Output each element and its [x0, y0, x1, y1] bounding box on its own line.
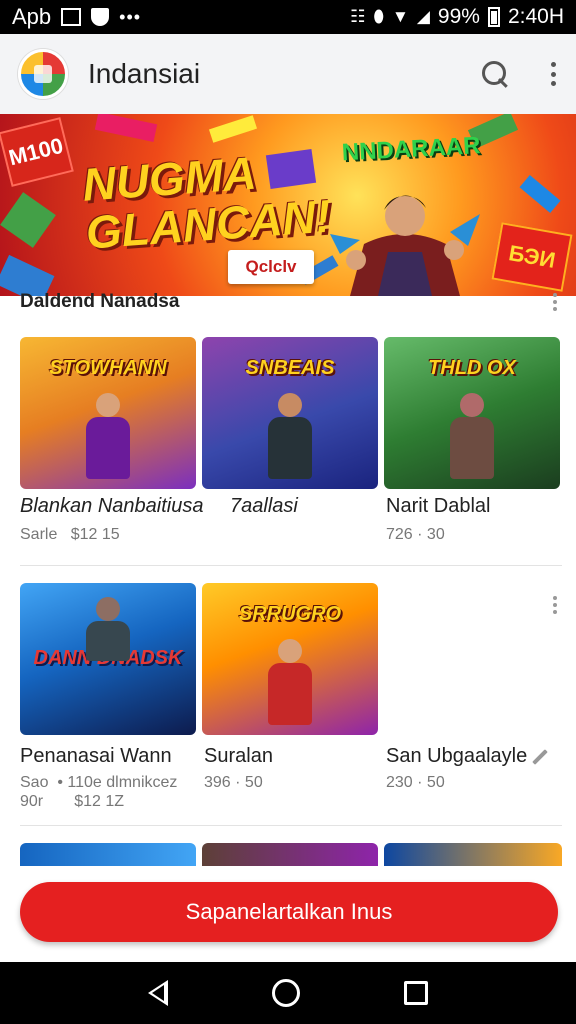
thumbnail-title: STOWHANN: [49, 357, 167, 379]
app-bar: Indansiai: [0, 34, 576, 114]
card-meta: Sao • 110e dlmnikcez: [20, 774, 178, 791]
more-notifications-icon: •••: [119, 6, 142, 27]
card-title[interactable]: Narit Dablal: [386, 495, 490, 518]
game-card[interactable]: STOWHANN: [20, 337, 196, 489]
card-title[interactable]: Suralan: [204, 745, 273, 768]
game-card[interactable]: SRRUGRO: [202, 583, 378, 735]
game-thumbnail[interactable]: THLD OX: [384, 337, 560, 489]
section-title: Daldend Nanadsa: [20, 291, 180, 312]
status-bar: Apb ••• ☷ ⬮ ▼ ◢ 99% 2:40Н: [0, 0, 576, 34]
card-title[interactable]: Penanasai Wann: [20, 745, 172, 768]
game-thumbnail[interactable]: STOWHANN: [20, 337, 196, 489]
app-logo[interactable]: [18, 49, 68, 99]
status-right: ☷ ⬮ ▼ ◢ 99% 2:40Н: [350, 5, 564, 29]
battery-percent: 99%: [437, 5, 480, 28]
character-figure: [260, 639, 320, 725]
edit-icon[interactable]: [532, 748, 548, 765]
back-icon[interactable]: [148, 980, 168, 1006]
card-title-row[interactable]: San Ubgaalayle: [386, 745, 549, 768]
game-card[interactable]: SNBEAIS: [202, 337, 378, 489]
status-left: Apb •••: [12, 4, 141, 30]
game-thumbnail[interactable]: SNBEAIS: [202, 337, 378, 489]
card-title[interactable]: 7aallasi: [230, 495, 298, 518]
wifi-icon: ▼: [392, 7, 409, 26]
section-header: Daldend Nanadsa: [20, 289, 560, 315]
primary-action-button[interactable]: Sapanelartalkan Inus: [20, 882, 558, 942]
overflow-menu-icon[interactable]: [548, 59, 558, 89]
character-figure: [78, 597, 138, 683]
shield-icon: [91, 8, 110, 26]
thumbnail-title: SNBEAIS: [245, 357, 335, 379]
banner-badge-right: БЭИ: [491, 222, 573, 292]
banner-hero-illustration: [330, 195, 480, 296]
home-icon[interactable]: [272, 979, 300, 1007]
promo-banner[interactable]: M100 NUGMA GLANCAN! Qclclv NNDARAAR БЭИ: [0, 114, 576, 296]
divider: [20, 825, 562, 826]
signal-icon: ◢: [416, 7, 430, 26]
card-meta: Sarle $12 15: [20, 526, 120, 543]
thumbnail-title: THLD OX: [428, 357, 516, 379]
carrier-label: Apb: [12, 4, 52, 29]
card-title[interactable]: San Ubgaalayle: [386, 745, 527, 767]
location-icon: ⬮: [373, 7, 385, 26]
card-title[interactable]: Blankan Nanbaitiusa: [20, 495, 203, 518]
game-thumbnail[interactable]: DANN DNADSK: [20, 583, 196, 735]
banner-subtag: [265, 148, 317, 190]
vibrate-icon: ☷: [350, 7, 366, 26]
section-more-icon[interactable]: [550, 594, 560, 616]
banner-game-title: NNDARAAR: [341, 132, 482, 167]
game-card[interactable]: THLD OX: [384, 337, 560, 489]
card-meta: 90r $12 1Z: [20, 793, 125, 810]
card-meta: 396 · 50: [204, 774, 263, 791]
bottom-cta-container: Sapanelartalkan Inus: [0, 866, 576, 962]
game-thumbnail[interactable]: SRRUGRO: [202, 583, 378, 735]
divider: [20, 565, 562, 566]
character-figure: [442, 393, 502, 479]
character-figure: [260, 393, 320, 479]
app-title: Indansiai: [88, 58, 201, 89]
card-meta: 726 · 30: [386, 526, 445, 543]
screenshot-icon: [61, 8, 82, 26]
banner-cta-button[interactable]: Qclclv: [228, 250, 314, 284]
character-figure: [78, 393, 138, 479]
battery-icon: [487, 7, 500, 27]
banner-badge-left: M100: [0, 117, 74, 187]
system-nav-bar: [0, 962, 576, 1024]
search-icon[interactable]: [480, 59, 510, 89]
app-actions: [480, 59, 558, 89]
recents-icon[interactable]: [404, 981, 428, 1005]
section-more-icon[interactable]: [550, 291, 560, 313]
game-card[interactable]: DANN DNADSK: [20, 583, 196, 735]
clock: 2:40Н: [507, 5, 564, 28]
card-meta: 230 · 50: [386, 774, 445, 791]
thumbnail-title: SRRUGRO: [238, 603, 342, 625]
